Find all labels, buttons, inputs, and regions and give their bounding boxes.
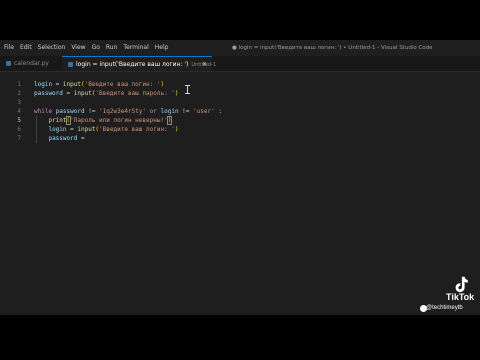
code-editor[interactable]: 1 login = input('Введите ваш логин: ') 2 pa… [0,72,480,315]
tab-bar: calendar.py login = input('Введите ваш л… [0,56,480,72]
tab-untitled-1[interactable]: login = input('Введите ваш логин: ') Unti… [62,56,216,72]
code-token: 'Введите ваш пароль: ' [95,90,175,97]
indent-guide [36,116,37,143]
code-token: ) [160,81,165,88]
menu-bar: File Edit Selection View Go Run Terminal Help ●… [0,40,480,56]
line-code: password = input('Введите ваш пароль: ') [34,89,179,98]
code-line[interactable]: 3 [0,98,480,107]
menu-selection[interactable]: Selection [35,40,69,56]
line-number: 2 [17,90,21,97]
code-token: login [34,81,53,88]
line-number: 7 [17,135,21,142]
code-line[interactable]: 7 password = [0,134,480,143]
code-token: print [48,117,67,124]
code-line[interactable]: 1 login = input('Введите ваш логин: ') [0,80,480,89]
tab-title: login = input('Введите ваш логин: ') [76,61,189,68]
line-code: while password != '1q2w3e4r5ty' or login… [34,107,222,116]
code-token: ) [166,116,173,125]
code-line[interactable]: 5 print('Пароль или логин неверны!') [0,116,480,125]
code-token: '1q2w3e4r5ty' [99,108,147,115]
line-code: password = [34,134,85,143]
line-number: 4 [17,108,21,115]
tab-label: login = input('Введите ваш логин: ') Unti… [76,57,216,73]
menu-file[interactable]: File [1,40,17,56]
menu-terminal[interactable]: Terminal [120,40,151,56]
vscode-window: File Edit Selection View Go Run Terminal Help ●… [0,40,480,315]
code-token: 'Введите ваш логин: ' [99,126,175,133]
line-number: 5 [17,117,21,124]
menu-help[interactable]: Help [152,40,172,56]
code-token: password [34,90,63,97]
tab-label: calendar.py [14,60,49,67]
menu-run[interactable]: Run [103,40,121,56]
code-token: = [62,90,74,97]
menu-view[interactable]: View [68,40,88,56]
code-token: login [160,108,179,115]
tiktok-brand: TikTok [446,292,475,302]
code-token: = [52,81,63,88]
tiktok-logo-icon [455,276,468,293]
line-number: 3 [17,99,21,106]
code-token: input [62,81,81,88]
code-line[interactable]: 2 password = input('Введите ваш пароль: '… [0,89,480,98]
code-line[interactable]: 6 login = input('Введите ваш логин: ') [0,125,480,134]
code-token: 'Пароль или логин неверны!' [70,117,168,124]
line-number: 6 [17,126,21,133]
close-icon[interactable]: ✕ [202,57,207,72]
window-title: ● login = input('Введите ваш логин: ') •… [232,45,432,51]
line-code: login = input('Введите ваш логин: ') [34,80,164,89]
line-code: login = input('Введите ваш логин: ') [34,125,179,134]
code-token: = [77,135,85,142]
tab-calendar-py[interactable]: calendar.py [0,56,60,71]
tiktok-watermark: TikTok @techtimeytb [420,270,480,318]
code-token: = [66,126,78,133]
line-code: print('Пароль или логин неверны!') [34,116,173,125]
code-token: password [48,135,78,142]
python-file-icon [68,62,73,67]
code-token: ) [174,126,179,133]
code-token: 'Введите ваш логин: ' [84,81,161,88]
python-file-icon [6,61,11,66]
code-token: login [48,126,67,133]
code-token: while [34,108,53,115]
code-token: input [77,126,96,133]
tiktok-handle: @techtimeytb [426,305,463,311]
code-token: 'user' [193,108,215,115]
code-token: password [55,108,85,115]
code-line[interactable]: 4 while password != '1q2w3e4r5ty' or logi… [0,107,480,116]
code-token: input [73,90,92,97]
code-token: : [214,108,222,115]
code-token: != [178,108,194,115]
menu-go[interactable]: Go [89,40,103,56]
code-token: or [149,108,157,115]
code-token: ) [174,90,179,97]
code-token: != [84,108,100,115]
menu-edit[interactable]: Edit [17,40,35,56]
text-cursor-icon [185,85,190,94]
line-number: 1 [17,81,21,88]
